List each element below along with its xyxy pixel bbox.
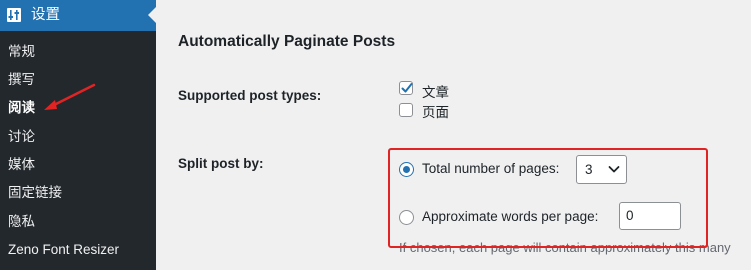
post-type-label-posts: 文章	[422, 85, 449, 100]
post-type-checkbox-posts[interactable]	[399, 81, 413, 95]
current-menu-caret	[148, 7, 156, 23]
sidebar-header-label: 设置	[31, 7, 60, 23]
settings-sliders-icon	[7, 8, 21, 22]
settings-main: Automatically Paginate Posts Supported p…	[156, 0, 751, 270]
sidebar-item-zeno-font-resizer[interactable]: Zeno Font Resizer	[0, 238, 156, 262]
sidebar-item-privacy[interactable]: 隐私	[0, 210, 156, 234]
sidebar-item-discussion[interactable]: 讨论	[0, 125, 156, 149]
sidebar-header-settings[interactable]: 设置	[0, 0, 156, 31]
sidebar-item-permalinks[interactable]: 固定链接	[0, 181, 156, 205]
annotation-highlight-box	[388, 148, 708, 248]
annotation-arrow	[44, 83, 96, 110]
split-post-label: Split post by:	[178, 156, 264, 171]
post-type-label-pages: 页面	[422, 105, 449, 120]
post-types-label: Supported post types:	[178, 88, 322, 103]
sidebar-item-media[interactable]: 媒体	[0, 153, 156, 177]
page-title: Automatically Paginate Posts	[178, 33, 396, 50]
checkmark-icon	[401, 83, 413, 93]
sidebar-item-general[interactable]: 常规	[0, 40, 156, 64]
post-type-checkbox-pages[interactable]	[399, 103, 413, 117]
admin-sidebar: 设置 常规 撰写 阅读 讨论 媒体 固定链接 隐私 Zeno Font Resi…	[0, 0, 156, 270]
